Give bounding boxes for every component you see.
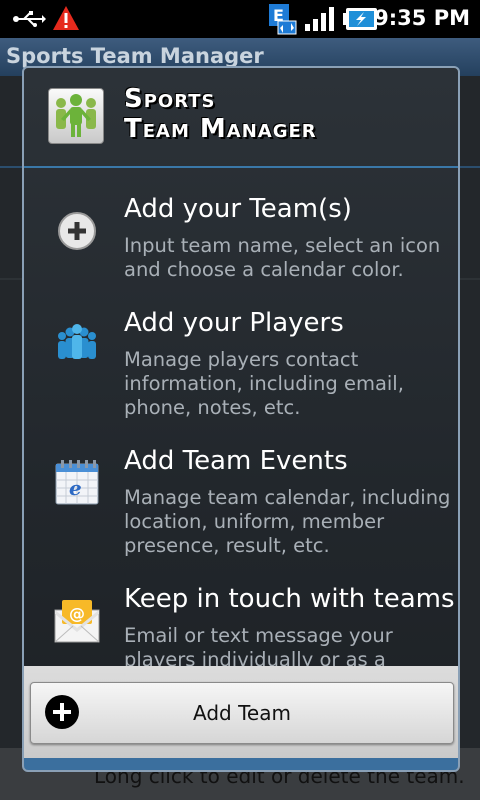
email-sync-icon: E [269,4,297,35]
app-name-line1: Sports [124,84,216,114]
dialog-button-bar: Add Team [24,666,458,770]
dialog-header: Sports Team Manager [24,68,458,164]
svg-text:@: @ [69,604,85,623]
app-logo-icon [48,88,104,144]
header-divider [24,166,458,168]
envelope-icon: @ [54,600,100,643]
feature-title: Add Team Events [124,446,348,476]
dialog-bottom-strip [24,758,458,770]
feature-title: Add your Team(s) [124,194,352,224]
add-team-button[interactable]: Add Team [30,682,454,744]
status-bar: E 9:35 PM [0,0,480,38]
players-group-icon [58,324,96,359]
feature-title: Add your Players [124,308,344,338]
usb-icon [13,11,46,27]
feature-list[interactable]: Add your Team(s) Input team name, select… [24,172,458,666]
feature-description: Input team name, select an icon and choo… [124,234,441,281]
app-title: Sports Team Manager [6,44,264,68]
clock: 9:35 PM [374,6,470,30]
dialog-app-name: Sports Team Manager [124,84,317,144]
warning-icon [53,6,79,30]
feature-description: Email or text message your players indiv… [124,624,393,666]
welcome-dialog: Sports Team Manager Add your Team(s) Inp… [22,66,460,772]
signal-icon [305,7,334,31]
add-team-label: Add Team [193,701,291,725]
feature-description: Manage team calendar, including location… [124,486,451,557]
feature-description: Manage players contact information, incl… [124,348,404,419]
calendar-icon: e [55,460,99,505]
add-circle-icon [58,212,96,250]
battery-charging-icon [343,8,377,30]
app-name-line2: Team Manager [124,114,317,144]
feature-title: Keep in touch with teams [124,584,455,614]
svg-text:e: e [69,476,82,500]
